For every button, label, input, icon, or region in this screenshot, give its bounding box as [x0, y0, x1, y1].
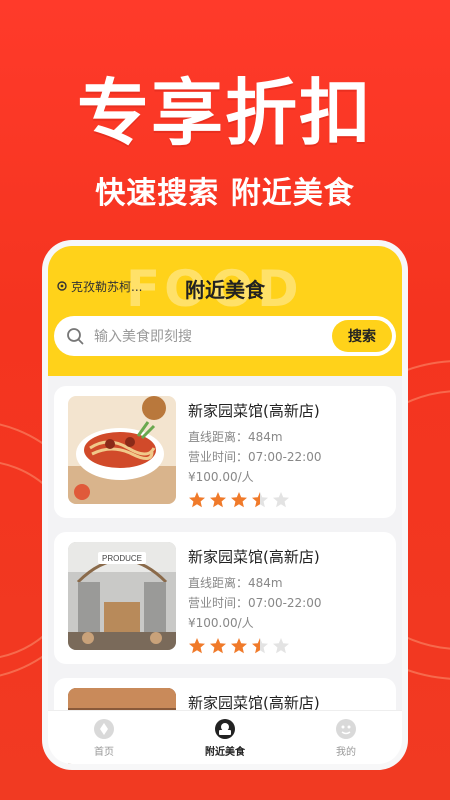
- star-icon: [210, 638, 226, 654]
- restaurant-price: ¥100.00/人: [188, 470, 254, 484]
- star-icon: [210, 492, 226, 508]
- nav-mine[interactable]: 我的: [335, 718, 357, 758]
- rating-stars: [188, 491, 322, 509]
- produce-sign: PRODUCE: [102, 554, 142, 563]
- star-icon: [231, 492, 247, 508]
- nav-home-label: 首页: [94, 746, 114, 758]
- restaurant-distance: 直线距离：484m: [188, 430, 283, 444]
- star-icon: [252, 492, 268, 508]
- nav-nearby-label: 附近美食: [205, 746, 245, 758]
- restaurant-distance: 直线距离：484m: [188, 576, 283, 590]
- restaurant-card[interactable]: 新家园菜馆(高新店) 直线距离：484m 营业时间：07:00-22:00 ¥1…: [54, 386, 396, 518]
- nav-mine-label: 我的: [336, 746, 356, 758]
- hero-subtitle: 快速搜索 附近美食: [95, 176, 355, 211]
- rating-stars: [188, 637, 322, 655]
- app-header: FOOD 克孜勒苏柯... 附近美食 输入美食即刻搜 搜索: [48, 246, 402, 376]
- restaurant-card[interactable]: PRODUCE 新家园菜馆(高新店) 直线距离：484m 营业时间：07:00-…: [54, 532, 396, 664]
- star-icon: [189, 492, 205, 508]
- restaurant-name: 新家园菜馆(高新店): [188, 402, 320, 420]
- star-icon: [273, 638, 289, 654]
- search-input[interactable]: 输入美食即刻搜: [94, 326, 332, 346]
- restaurant-price: ¥100.00/人: [188, 616, 254, 630]
- star-icon: [189, 638, 205, 654]
- hero-title: 专享折扣: [76, 71, 373, 155]
- star-icon: [231, 638, 247, 654]
- restaurant-photo: [68, 396, 176, 504]
- phone-mockup: FOOD 克孜勒苏柯... 附近美食 输入美食即刻搜 搜索 新家园菜馆(高新店)…: [42, 240, 408, 770]
- star-icon: [273, 492, 289, 508]
- profile-icon: [336, 718, 356, 739]
- restaurant-hours: 营业时间：07:00-22:00: [188, 596, 322, 610]
- restaurant-photo: PRODUCE: [68, 542, 176, 650]
- page-title: 附近美食: [185, 278, 265, 302]
- restaurant-hours: 营业时间：07:00-22:00: [188, 450, 322, 464]
- home-icon: [94, 718, 114, 739]
- search-button[interactable]: 搜索: [332, 320, 392, 352]
- search-bar: 输入美食即刻搜 搜索: [54, 316, 396, 356]
- nav-home[interactable]: 首页: [93, 718, 115, 758]
- bottom-nav: 首页 附近美食 我的: [48, 710, 402, 764]
- nav-nearby[interactable]: 附近美食: [205, 718, 245, 758]
- star-icon: [252, 638, 268, 654]
- food-icon: [215, 718, 235, 739]
- restaurant-name: 新家园菜馆(高新店): [188, 548, 320, 566]
- search-icon: [67, 328, 84, 345]
